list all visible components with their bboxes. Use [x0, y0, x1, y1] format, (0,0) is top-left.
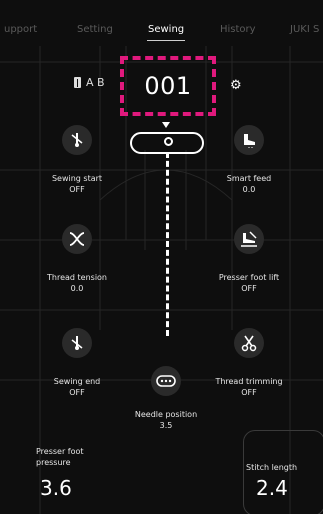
ab-label: A B	[86, 76, 105, 89]
tab-history[interactable]: History	[220, 24, 256, 35]
smart-feed-button[interactable]	[234, 125, 264, 155]
needle-start-icon	[71, 133, 83, 147]
sewing-end-button[interactable]	[62, 328, 92, 358]
presser-foot-lift-value: OFF	[241, 284, 257, 293]
presser-foot-lift-label: Presser foot lift OFF	[204, 272, 294, 294]
stitch-length-title: Stitch length	[246, 463, 298, 472]
sewing-end-title: Sewing end	[53, 377, 101, 386]
needle-slider-knob[interactable]	[164, 137, 173, 146]
thread-trimming-value: OFF	[241, 388, 257, 397]
smart-feed-title: Smart feed	[226, 174, 272, 183]
program-number-box[interactable]: 001	[120, 56, 216, 116]
tab-support[interactable]: upport	[4, 24, 37, 35]
needle-position-label: Needle position 3.5	[121, 409, 211, 431]
tab-setting[interactable]: Setting	[77, 24, 113, 35]
needle-position-button[interactable]	[151, 366, 181, 396]
needle-end-icon	[71, 336, 83, 350]
sewing-start-title: Sewing start	[51, 174, 103, 183]
needle-pointer-icon	[162, 122, 170, 128]
active-tab-indicator	[147, 40, 185, 41]
needle-path-line	[166, 152, 169, 336]
sewing-start-button[interactable]	[62, 125, 92, 155]
thread-trimming-title: Thread trimming	[215, 377, 283, 386]
presser-foot-pressure-value[interactable]: 3.6	[40, 476, 72, 500]
thread-tension-button[interactable]	[62, 224, 92, 254]
presser-foot-pressure-title-1: Presser foot	[36, 447, 84, 456]
smart-feed-value: 0.0	[242, 185, 256, 194]
presser-foot-lift-button[interactable]	[234, 224, 264, 254]
needle-position-icon	[156, 375, 176, 387]
sewing-start-value: OFF	[69, 185, 85, 194]
presser-foot-pressure-title-2: pressure	[36, 458, 71, 467]
thread-tension-value: 0.0	[70, 284, 84, 293]
top-tabs: upport Setting Sewing History JUKI S	[0, 0, 323, 44]
presser-lift-icon	[241, 231, 257, 247]
thread-tension-label: Thread tension 0.0	[32, 272, 122, 294]
sewing-end-label: Sewing end OFF	[32, 376, 122, 398]
thread-trimming-button[interactable]	[234, 328, 264, 358]
tension-icon	[69, 232, 85, 246]
boot-feed-icon	[244, 134, 255, 148]
needle-position-value: 3.5	[159, 421, 173, 430]
sewing-start-label: Sewing start OFF	[32, 173, 122, 195]
scissors-icon	[241, 335, 257, 352]
tab-juki[interactable]: JUKI S	[290, 24, 319, 35]
needle-position-title: Needle position	[134, 410, 198, 419]
stitch-length-value[interactable]: 2.4	[256, 476, 288, 500]
presser-foot-pressure-label: Presser foot pressure	[36, 446, 84, 468]
smart-feed-label: Smart feed 0.0	[204, 173, 294, 195]
presser-foot-lift-title: Presser foot lift	[218, 273, 280, 282]
ab-selector[interactable]: A B	[74, 76, 105, 89]
sewing-end-value: OFF	[69, 388, 85, 397]
book-icon	[74, 77, 81, 88]
gear-icon[interactable]: ⚙	[230, 79, 242, 92]
sewing-screen: upport Setting Sewing History JUKI S A B…	[0, 0, 323, 514]
thread-tension-title: Thread tension	[47, 273, 107, 282]
program-number: 001	[144, 72, 192, 100]
needle-position-slider[interactable]	[130, 132, 204, 154]
thread-trimming-label: Thread trimming OFF	[204, 376, 294, 398]
tab-sewing[interactable]: Sewing	[148, 24, 184, 35]
